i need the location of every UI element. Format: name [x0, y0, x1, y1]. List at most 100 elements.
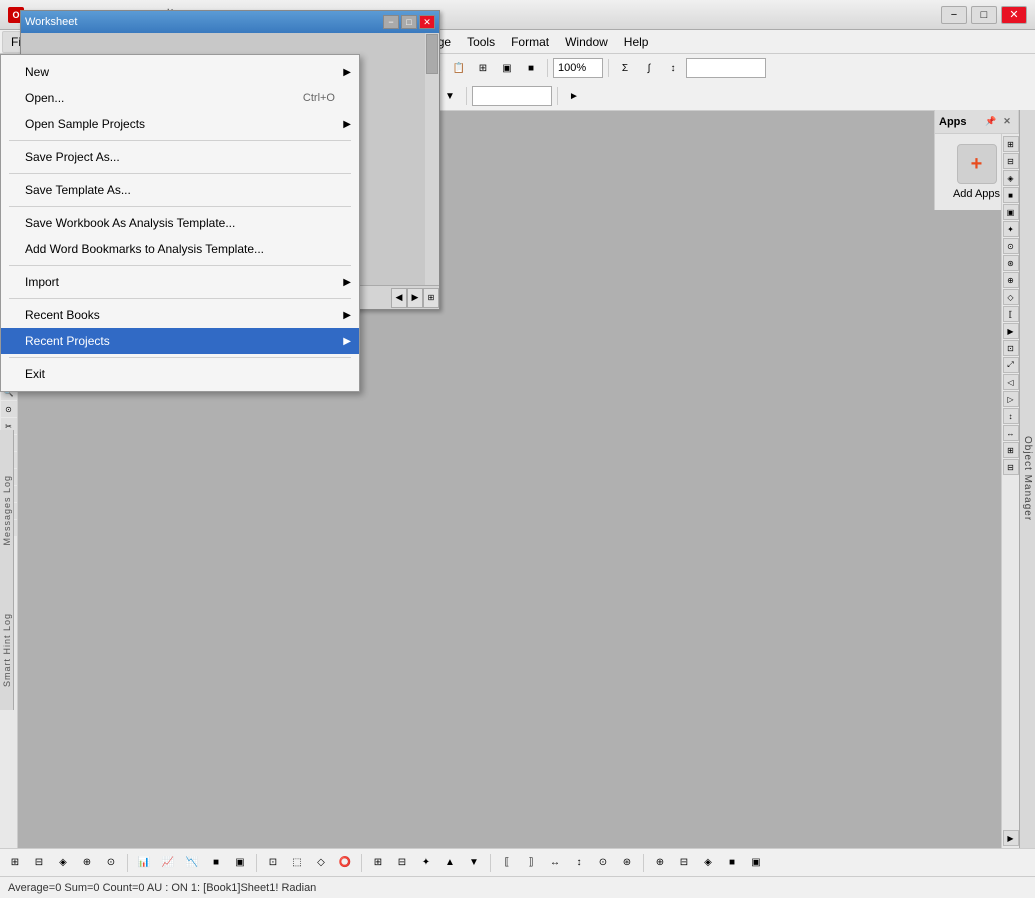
bt-btn-10[interactable]: ▣ — [229, 852, 251, 874]
ri-btn-11[interactable]: ⟦ — [1003, 306, 1019, 322]
menu-recent-projects[interactable]: Recent Projects ▶ — [1, 328, 359, 354]
menu-window[interactable]: Window — [557, 31, 616, 53]
bt-btn-7[interactable]: 📈 — [157, 852, 179, 874]
bt-btn-6[interactable]: 📊 — [133, 852, 155, 874]
bt-btn-8[interactable]: 📉 — [181, 852, 203, 874]
minimize-button[interactable]: − — [941, 6, 967, 24]
tb-btn-21[interactable]: ↕ — [662, 57, 684, 79]
worksheet-scrollbar-v[interactable] — [425, 33, 439, 285]
bt-btn-17[interactable]: ✦ — [415, 852, 437, 874]
bt-btn-29[interactable]: ■ — [721, 852, 743, 874]
tb2-btn-15[interactable]: ► — [563, 85, 585, 107]
menu-save-template-as[interactable]: Save Template As... — [1, 177, 359, 203]
apps-pin-btn[interactable]: 📌 — [984, 115, 998, 129]
menu-open-sample[interactable]: Open Sample Projects ▶ — [1, 111, 359, 137]
ri-btn-13[interactable]: ⊡ — [1003, 340, 1019, 356]
menu-new[interactable]: New ▶ — [1, 59, 359, 85]
add-apps-icon[interactable]: + — [957, 144, 997, 184]
menu-format[interactable]: Format — [503, 31, 557, 53]
zoom-input[interactable] — [553, 58, 603, 78]
ri-btn-6[interactable]: ✦ — [1003, 221, 1019, 237]
ri-btn-14[interactable]: ⤢ — [1003, 357, 1019, 373]
ri-btn-16[interactable]: ▷ — [1003, 391, 1019, 407]
bt-btn-5[interactable]: ⊙ — [100, 852, 122, 874]
bt-btn-22[interactable]: ↔ — [544, 852, 566, 874]
bt-btn-27[interactable]: ⊟ — [673, 852, 695, 874]
ri-btn-1[interactable]: ⊞ — [1003, 136, 1019, 152]
tb-btn-16[interactable]: ⊞ — [472, 57, 494, 79]
bt-btn-18[interactable]: ▲ — [439, 852, 461, 874]
bt-btn-19[interactable]: ▼ — [463, 852, 485, 874]
ri-btn-3[interactable]: ◈ — [1003, 170, 1019, 186]
ri-btn-8[interactable]: ⊛ — [1003, 255, 1019, 271]
apps-close-btn[interactable]: ✕ — [1000, 115, 1014, 129]
ri-arrow-btn[interactable]: ▶ — [1003, 830, 1019, 846]
bt-btn-20[interactable]: ⟦ — [496, 852, 518, 874]
tb-btn-20[interactable]: ∫ — [638, 57, 660, 79]
bt-btn-13[interactable]: ◇ — [310, 852, 332, 874]
menu-help[interactable]: Help — [616, 31, 657, 53]
menu-save-workbook[interactable]: Save Workbook As Analysis Template... — [1, 210, 359, 236]
bt-btn-25[interactable]: ⊛ — [616, 852, 638, 874]
ri-btn-18[interactable]: ↔ — [1003, 425, 1019, 441]
ri-btn-4[interactable]: ■ — [1003, 187, 1019, 203]
bt-btn-28[interactable]: ◈ — [697, 852, 719, 874]
bt-btn-4[interactable]: ⊕ — [76, 852, 98, 874]
formula-input[interactable] — [686, 58, 766, 78]
bt-btn-15[interactable]: ⊞ — [367, 852, 389, 874]
menu-add-bookmarks[interactable]: Add Word Bookmarks to Analysis Template.… — [1, 236, 359, 262]
ri-btn-9[interactable]: ⊕ — [1003, 272, 1019, 288]
menu-open[interactable]: Open... Ctrl+O — [1, 85, 359, 111]
ws-close-btn[interactable]: ✕ — [419, 15, 435, 29]
bt-btn-3[interactable]: ◈ — [52, 852, 74, 874]
ri-btn-19[interactable]: ⊞ — [1003, 442, 1019, 458]
ri-btn-2[interactable]: ⊟ — [1003, 153, 1019, 169]
tb-btn-17[interactable]: ▣ — [496, 57, 518, 79]
ws-maximize-btn[interactable]: □ — [401, 15, 417, 29]
apps-header-controls: 📌 ✕ — [984, 115, 1014, 129]
tb2-btn-14[interactable]: ▼ — [439, 85, 461, 107]
tb-btn-18[interactable]: ■ — [520, 57, 542, 79]
ri-btn-5[interactable]: ▣ — [1003, 204, 1019, 220]
ri-btn-10[interactable]: ◇ — [1003, 289, 1019, 305]
bt-btn-1[interactable]: ⊞ — [4, 852, 26, 874]
scroll-right-btn[interactable]: ▶ — [407, 288, 423, 308]
status-bar: Average=0 Sum=0 Count=0 AU : ON 1: [Book… — [0, 876, 1035, 898]
bt-btn-26[interactable]: ⊕ — [649, 852, 671, 874]
ri-btn-20[interactable]: ⊟ — [1003, 459, 1019, 475]
ri-btn-12[interactable]: ▶ — [1003, 323, 1019, 339]
bt-btn-24[interactable]: ⊙ — [592, 852, 614, 874]
bt-btn-30[interactable]: ▣ — [745, 852, 767, 874]
bt-btn-12[interactable]: ⬚ — [286, 852, 308, 874]
ri-btn-7[interactable]: ⊙ — [1003, 238, 1019, 254]
bt-btn-14[interactable]: ⭕ — [334, 852, 356, 874]
tb-btn-15[interactable]: 📋 — [448, 57, 470, 79]
bt-btn-9[interactable]: ■ — [205, 852, 227, 874]
bt-btn-11[interactable]: ⊡ — [262, 852, 284, 874]
ri-btn-15[interactable]: ◁ — [1003, 374, 1019, 390]
messages-log-label: Messages Log — [2, 475, 12, 546]
bt-btn-16[interactable]: ⊟ — [391, 852, 413, 874]
lt-btn-18[interactable]: ⊙ — [1, 401, 17, 417]
ws-minimize-btn[interactable]: − — [383, 15, 399, 29]
add-apps-label[interactable]: Add Apps — [953, 188, 1000, 200]
maximize-button[interactable]: □ — [971, 6, 997, 24]
bt-btn-23[interactable]: ↕ — [568, 852, 590, 874]
file-menu: New ▶ Open... Ctrl+O Open Sample Project… — [0, 54, 360, 392]
ri-btn-17[interactable]: ↕ — [1003, 408, 1019, 424]
menu-tools[interactable]: Tools — [459, 31, 503, 53]
scroll-left-btn[interactable]: ◀ — [391, 288, 407, 308]
close-button[interactable]: ✕ — [1001, 6, 1027, 24]
footer-icon[interactable]: ⊞ — [423, 288, 439, 308]
tb-btn-19[interactable]: Σ — [614, 57, 636, 79]
bt-sep-3 — [361, 854, 362, 872]
right-icon-panel: ⊞ ⊟ ◈ ■ ▣ ✦ ⊙ ⊛ ⊕ ◇ ⟦ ▶ ⊡ ⤢ ◁ ▷ ↕ ↔ ⊞ ⊟ … — [1001, 134, 1019, 848]
menu-import[interactable]: Import ▶ — [1, 269, 359, 295]
cell-ref-input[interactable] — [472, 86, 552, 106]
bt-btn-2[interactable]: ⊟ — [28, 852, 50, 874]
menu-save-project-as[interactable]: Save Project As... — [1, 144, 359, 170]
menu-recent-books[interactable]: Recent Books ▶ — [1, 302, 359, 328]
bt-btn-21[interactable]: ⟧ — [520, 852, 542, 874]
menu-exit[interactable]: Exit — [1, 361, 359, 387]
bottom-toolbar: ⊞ ⊟ ◈ ⊕ ⊙ 📊 📈 📉 ■ ▣ ⊡ ⬚ ◇ ⭕ ⊞ ⊟ ✦ ▲ ▼ ⟦ … — [0, 848, 1035, 876]
